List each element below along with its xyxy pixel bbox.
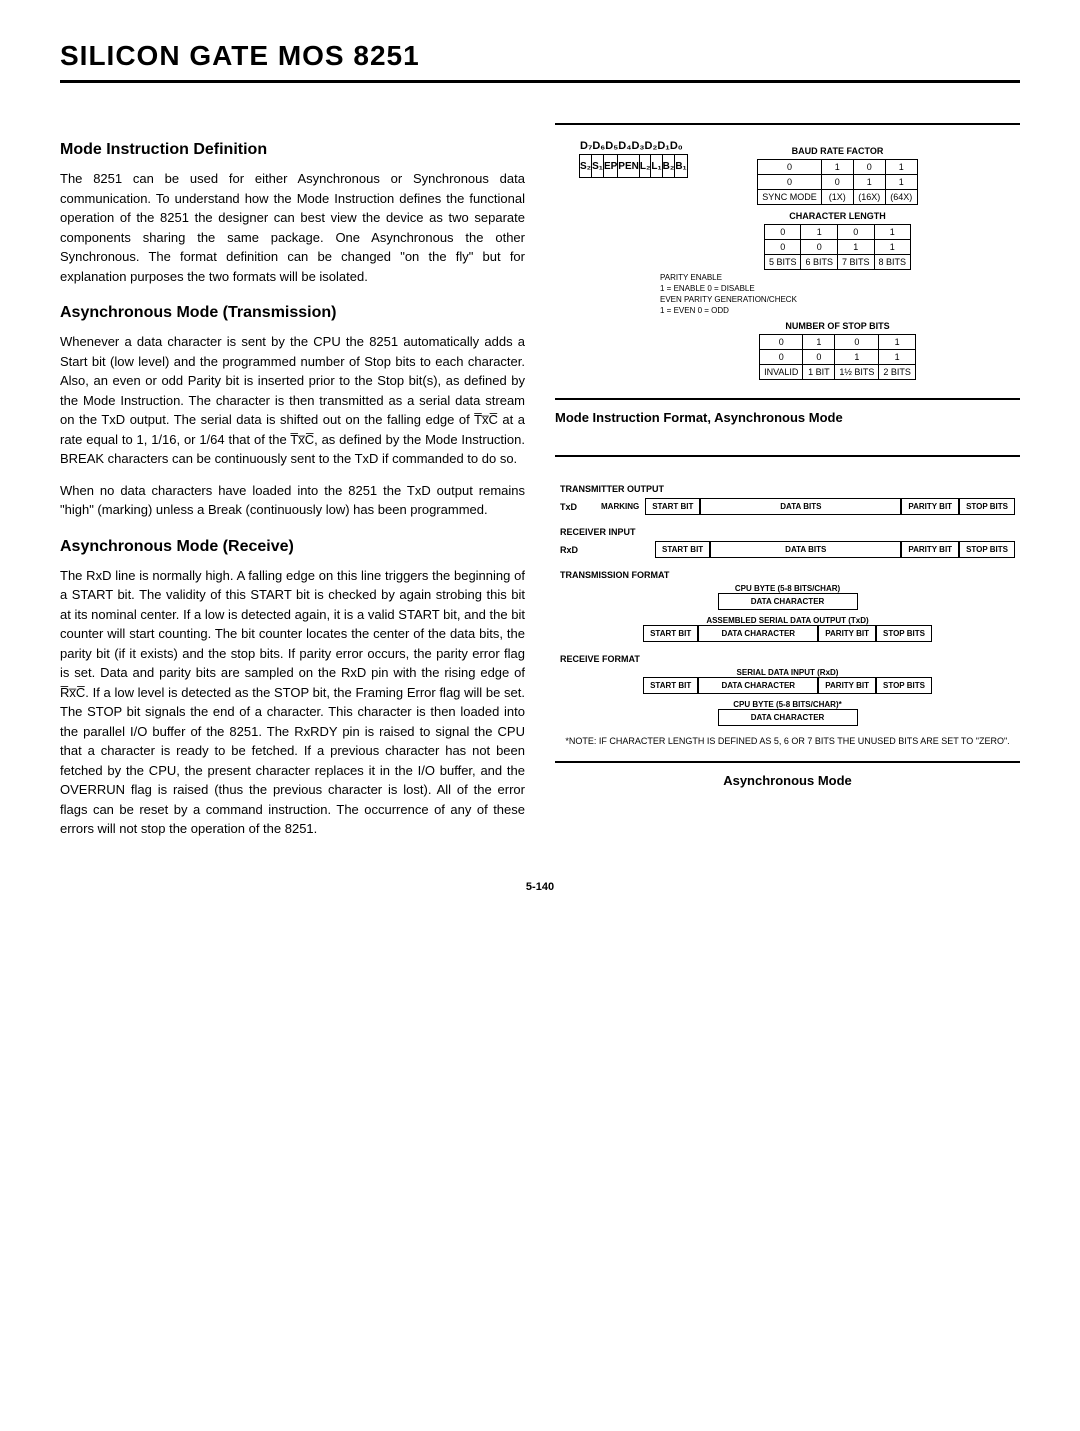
asm-output-row: START BIT DATA CHARACTER PARITY BIT STOP… [560, 625, 1015, 642]
rx-format-label: RECEIVE FORMAT [560, 654, 1015, 664]
footnote: *NOTE: IF CHARACTER LENGTH IS DEFINED AS… [560, 736, 1015, 746]
marking-box: MARKING [595, 499, 645, 514]
rxd-row: RxD START BIT DATA BITS PARITY BIT STOP … [560, 541, 1015, 558]
page-title: SILICON GATE MOS 8251 [60, 40, 1020, 83]
stop-bits-table: 0101 0011 INVALID1 BIT1½ BITS2 BITS [759, 334, 916, 380]
bit-d2: D₂ [645, 140, 658, 152]
tx-format-label: TRANSMISSION FORMAT [560, 570, 1015, 580]
para-async-rx: The RxD line is normally high. A falling… [60, 566, 525, 839]
txd-row: TxD MARKING START BIT DATA BITS PARITY B… [560, 498, 1015, 515]
asm-output-label: ASSEMBLED SERIAL DATA OUTPUT (TxD) [560, 616, 1015, 625]
char-length-label: CHARACTER LENGTH [660, 211, 1015, 221]
rx-data-bits-box: DATA BITS [710, 541, 901, 558]
rxf-stop-bits: STOP BITS [876, 677, 932, 694]
data-char-box: DATA CHARACTER [718, 593, 858, 610]
data-char-box2: DATA CHARACTER [718, 709, 858, 726]
asm-parity-bit: PARITY BIT [818, 625, 876, 642]
right-column: D₇ D₆ D₅ D₄ D₃ D₂ D₁ D₀ S₂ S₁ EP PEN [555, 123, 1020, 851]
heading-async-rx: Asynchronous Mode (Receive) [60, 538, 525, 556]
rx-input-label: RECEIVER INPUT [560, 527, 1015, 537]
char-length-table: 0101 0011 5 BITS6 BITS7 BITS8 BITS [764, 224, 911, 270]
bit-d7: D₇ [580, 140, 592, 152]
txd-lead: TxD [560, 502, 595, 512]
cpu-byte-row: DATA CHARACTER [560, 593, 1015, 610]
rxd-lead: RxD [560, 545, 595, 555]
async-mode-caption: Asynchronous Mode [555, 773, 1020, 788]
stop-bits-label: NUMBER OF STOP BITS [660, 321, 1015, 331]
rxf-data-char: DATA CHARACTER [698, 677, 818, 694]
bit-d4: D₄ [618, 140, 631, 152]
parity-bit-box: PARITY BIT [901, 498, 959, 515]
asm-stop-bits: STOP BITS [876, 625, 932, 642]
baud-rate-table: 0101 0011 SYNC MODE(1X)(16X)(64X) [757, 159, 918, 205]
mode-instruction-diagram: D₇ D₆ D₅ D₄ D₃ D₂ D₁ D₀ S₂ S₁ EP PEN [555, 123, 1020, 400]
bit-d5: D₅ [605, 140, 618, 152]
heading-mode-def: Mode Instruction Definition [60, 141, 525, 159]
rx-parity-bit-box: PARITY BIT [901, 541, 959, 558]
even-parity-values: 1 = EVEN 0 = ODD [660, 306, 1015, 315]
field-ep: EP [603, 154, 618, 178]
para-mode-def: The 8251 can be used for either Asynchro… [60, 169, 525, 286]
left-column: Mode Instruction Definition The 8251 can… [60, 123, 525, 851]
async-timing-diagram: TRANSMITTER OUTPUT TxD MARKING START BIT… [555, 455, 1020, 763]
asm-data-char: DATA CHARACTER [698, 625, 818, 642]
parity-enable-label: PARITY ENABLE [660, 273, 1015, 282]
cpu-byte2-row: DATA CHARACTER [560, 709, 1015, 726]
tx-output-label: TRANSMITTER OUTPUT [560, 484, 1015, 494]
field-pen: PEN [617, 154, 640, 178]
bit-d6: D₆ [592, 140, 605, 152]
cpu-byte-label: CPU BYTE (5-8 BITS/CHAR) [560, 584, 1015, 593]
start-bit-box: START BIT [645, 498, 700, 515]
page-number: 5-140 [60, 881, 1020, 893]
data-bits-box: DATA BITS [700, 498, 901, 515]
para-async-tx-a: Whenever a data character is sent by the… [60, 332, 525, 469]
even-parity-label: EVEN PARITY GENERATION/CHECK [660, 295, 1015, 304]
para-async-tx-b: When no data characters have loaded into… [60, 481, 525, 520]
cpu-byte2-label: CPU BYTE (5-8 BITS/CHAR)* [560, 700, 1015, 709]
rx-start-bit-box: START BIT [655, 541, 710, 558]
rxf-parity-bit: PARITY BIT [818, 677, 876, 694]
bit-d3: D₃ [631, 140, 644, 152]
stop-bits-box: STOP BITS [959, 498, 1015, 515]
asm-start-bit: START BIT [643, 625, 698, 642]
rx-stop-bits-box: STOP BITS [959, 541, 1015, 558]
rxf-start-bit: START BIT [643, 677, 698, 694]
bit-header-row: D₇ D₆ D₅ D₄ D₃ D₂ D₁ D₀ [580, 140, 640, 152]
register-row: S₂ S₁ EP PEN L₂ L₁ B₂ B₁ [580, 154, 640, 178]
serial-input-label: SERIAL DATA INPUT (RxD) [560, 668, 1015, 677]
heading-async-tx: Asynchronous Mode (Transmission) [60, 304, 525, 322]
two-column-layout: Mode Instruction Definition The 8251 can… [60, 123, 1020, 851]
parity-enable-values: 1 = ENABLE 0 = DISABLE [660, 284, 1015, 293]
baud-rate-label: BAUD RATE FACTOR [660, 146, 1015, 156]
mode-diagram-caption: Mode Instruction Format, Asynchronous Mo… [555, 410, 1020, 425]
serial-input-row: START BIT DATA CHARACTER PARITY BIT STOP… [560, 677, 1015, 694]
